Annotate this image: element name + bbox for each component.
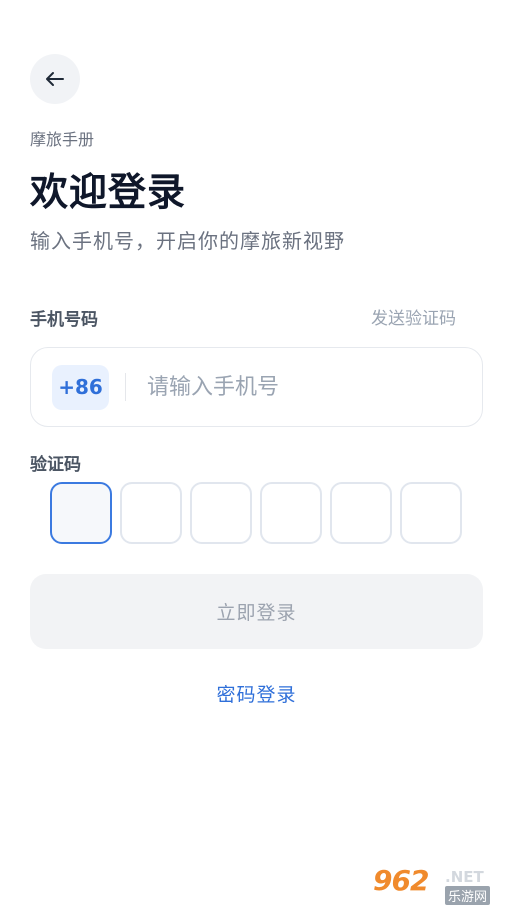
code-digit-6[interactable] (400, 482, 462, 544)
country-code-selector[interactable]: +86 (52, 364, 109, 410)
app-name: 摩旅手册 (30, 130, 95, 149)
code-digit-3[interactable] (190, 482, 252, 544)
password-login-link[interactable]: 密码登录 (0, 680, 513, 707)
arrow-left-icon (46, 72, 64, 86)
send-code-button[interactable]: 发送验证码 (371, 304, 456, 329)
page-title: 欢迎登录 (30, 170, 187, 214)
field-divider (125, 373, 126, 401)
code-input-group (50, 482, 462, 544)
code-digit-1[interactable] (50, 482, 112, 544)
code-digit-5[interactable] (330, 482, 392, 544)
watermark-logo: 962 .NET 乐游网 (371, 864, 505, 906)
code-digit-4[interactable] (260, 482, 322, 544)
login-button[interactable]: 立即登录 (30, 574, 483, 649)
code-digit-2[interactable] (120, 482, 182, 544)
phone-label: 手机号码 (30, 310, 98, 330)
back-button[interactable] (30, 54, 80, 104)
phone-field: +86 (30, 347, 483, 427)
watermark-suffix: .NET (445, 868, 484, 886)
phone-input[interactable] (147, 374, 447, 400)
watermark-number: 962 (373, 864, 429, 897)
code-label: 验证码 (30, 455, 81, 475)
watermark-site: 乐游网 (445, 886, 491, 905)
page-subtitle: 输入手机号，开启你的摩旅新视野 (30, 229, 345, 253)
